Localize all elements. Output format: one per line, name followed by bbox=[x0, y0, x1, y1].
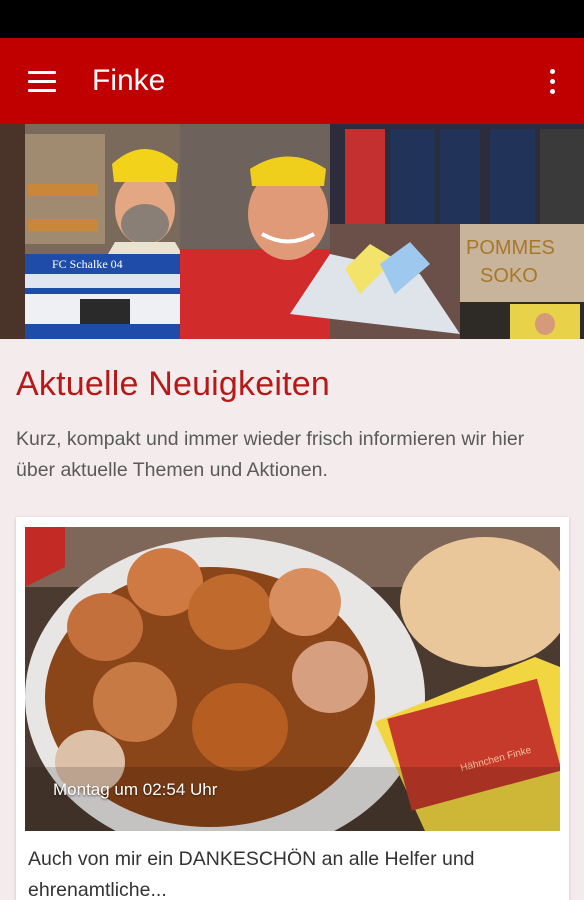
hero-sign-text-2: SOKO bbox=[480, 265, 538, 287]
hero-collage: FC Schalke 04 POMMES SOKO bbox=[0, 124, 584, 339]
hero-collage-image: FC Schalke 04 POMMES SOKO bbox=[0, 124, 584, 339]
news-card[interactable]: Hähnchen Finke Montag um 02:54 Uhr Auch … bbox=[16, 517, 569, 900]
hero-banner-text: FC Schalke 04 bbox=[52, 257, 123, 271]
hamburger-menu-icon[interactable] bbox=[18, 61, 66, 101]
section-title: Aktuelle Neuigkeiten bbox=[16, 365, 330, 403]
post-excerpt: Auch von mir ein DANKESCHÖN an alle Helf… bbox=[28, 848, 475, 900]
hero-sign-text-1: POMMES bbox=[466, 237, 555, 259]
more-vert-icon[interactable] bbox=[540, 60, 564, 102]
status-bar bbox=[0, 0, 584, 38]
post-timestamp: Montag um 02:54 Uhr bbox=[53, 780, 218, 799]
app-bar: Finke bbox=[0, 38, 584, 124]
section-description: Kurz, kompakt und immer wieder frisch in… bbox=[16, 428, 525, 481]
app-title: Finke bbox=[92, 64, 166, 97]
